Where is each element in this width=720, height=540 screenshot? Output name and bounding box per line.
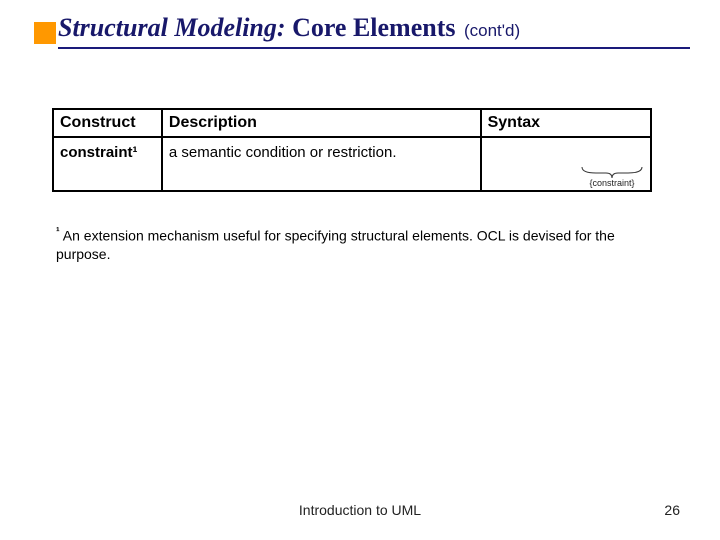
syntax-label: {constraint} xyxy=(580,178,644,188)
title-italic-part: Structural Modeling: xyxy=(58,13,286,42)
core-elements-table: Construct Description Syntax constraint¹… xyxy=(52,108,652,192)
brace-icon xyxy=(580,165,644,179)
page-number: 26 xyxy=(664,502,680,518)
table-header-row: Construct Description Syntax xyxy=(53,109,651,137)
title-bullet-icon xyxy=(34,22,56,44)
header-construct: Construct xyxy=(53,109,162,137)
title-contd: (cont'd) xyxy=(464,21,520,40)
footer-title: Introduction to UML xyxy=(0,502,720,518)
table-row: constraint¹ a semantic condition or rest… xyxy=(53,137,651,191)
construct-text: constraint xyxy=(60,144,133,161)
cell-description: a semantic condition or restriction. xyxy=(162,137,481,191)
cell-construct: constraint¹ xyxy=(53,137,162,191)
slide-title: Structural Modeling: Core Elements (cont… xyxy=(58,13,690,49)
construct-sup: ¹ xyxy=(133,144,138,161)
syntax-notation: {constraint} xyxy=(580,165,644,188)
header-syntax: Syntax xyxy=(481,109,651,137)
cell-syntax: {constraint} xyxy=(481,137,651,191)
footnote: ¹ An extension mechanism useful for spec… xyxy=(56,225,660,263)
title-rest-part: Core Elements xyxy=(286,13,456,42)
header-description: Description xyxy=(162,109,481,137)
footnote-text: An extension mechanism useful for specif… xyxy=(56,228,615,262)
slide: Structural Modeling: Core Elements (cont… xyxy=(0,0,720,540)
